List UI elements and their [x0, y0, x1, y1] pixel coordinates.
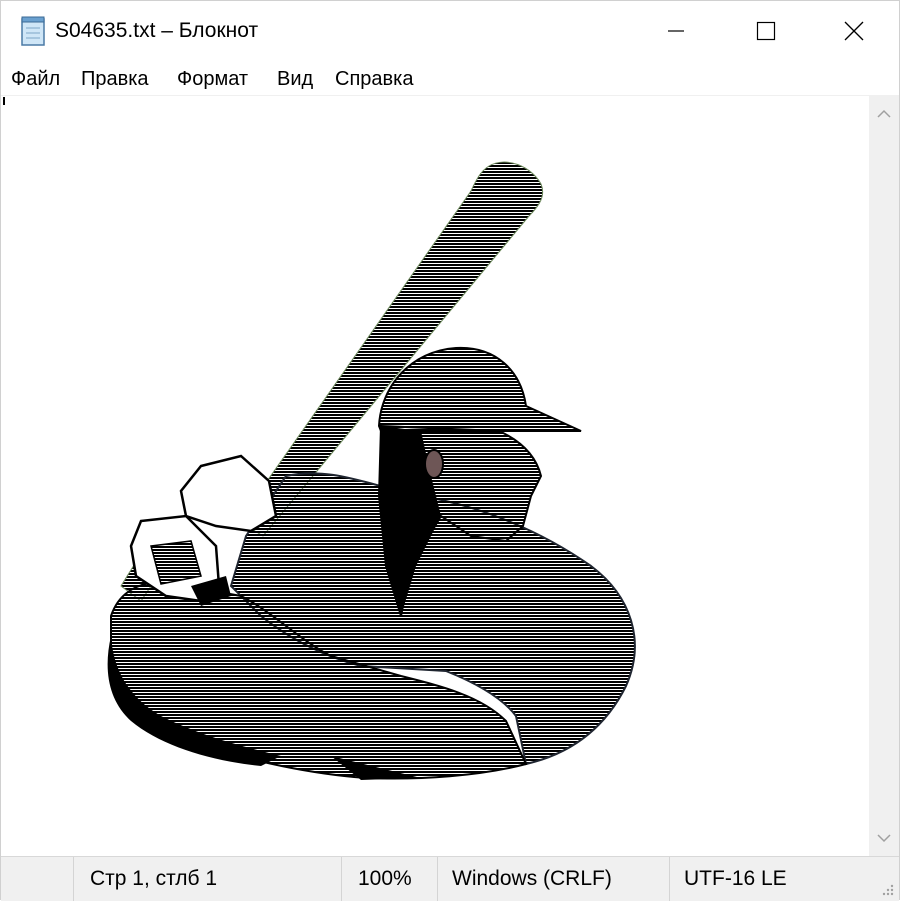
- scroll-up-button[interactable]: [869, 96, 899, 132]
- notepad-window: S04635.txt – Блокнот Файл Правка Формат …: [0, 0, 900, 901]
- vertical-scrollbar[interactable]: [869, 96, 899, 856]
- notepad-icon: [21, 16, 45, 46]
- menu-help[interactable]: Справка: [333, 65, 415, 93]
- resize-grip-icon[interactable]: [879, 881, 895, 897]
- minimize-button[interactable]: [631, 1, 721, 61]
- baseball-batter-art: [107, 161, 636, 780]
- menu-format[interactable]: Формат: [175, 65, 250, 93]
- chevron-down-icon: [877, 834, 891, 843]
- maximize-button[interactable]: [721, 1, 811, 61]
- status-bar: Стр 1, стлб 1 100% Windows (CRLF) UTF-16…: [1, 856, 899, 901]
- status-line-endings: Windows (CRLF): [437, 857, 669, 901]
- menu-bar: Файл Правка Формат Вид Справка: [1, 61, 899, 96]
- window-title: S04635.txt – Блокнот: [55, 19, 259, 42]
- close-button[interactable]: [809, 1, 899, 61]
- minimize-icon: [668, 30, 684, 32]
- maximize-icon: [756, 21, 776, 41]
- menu-file[interactable]: Файл: [9, 65, 62, 93]
- status-cursor-position: Стр 1, стлб 1: [73, 857, 341, 901]
- ear-shape: [424, 449, 444, 479]
- chevron-up-icon: [877, 109, 891, 118]
- scroll-down-button[interactable]: [869, 820, 899, 856]
- close-icon: [844, 21, 864, 41]
- status-encoding: UTF-16 LE: [669, 857, 899, 901]
- status-zoom: 100%: [341, 857, 437, 901]
- menu-edit[interactable]: Правка: [79, 65, 151, 93]
- menu-view[interactable]: Вид: [275, 65, 315, 93]
- title-bar[interactable]: S04635.txt – Блокнот: [1, 1, 899, 61]
- text-editor-area[interactable]: [1, 96, 869, 856]
